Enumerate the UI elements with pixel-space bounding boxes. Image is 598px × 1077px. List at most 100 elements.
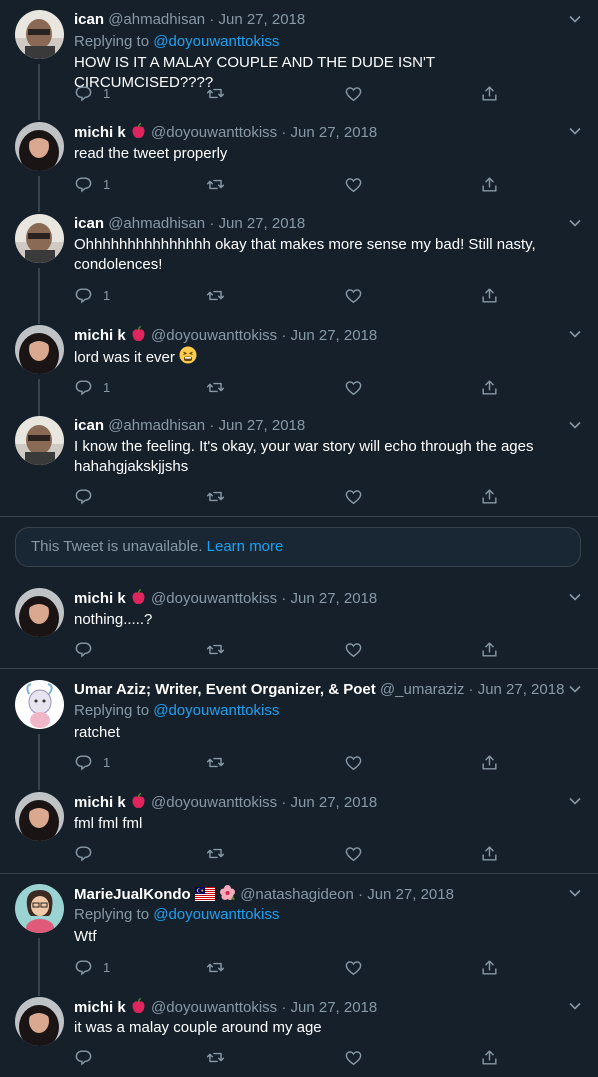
like-button[interactable] bbox=[344, 174, 363, 194]
retweet-button[interactable] bbox=[206, 843, 225, 863]
handle[interactable]: @doyouwanttokiss bbox=[151, 999, 277, 1016]
replying-to-link[interactable]: @doyouwanttokiss bbox=[153, 906, 279, 923]
display-name[interactable]: ican bbox=[74, 417, 104, 434]
tweet[interactable]: ican @ahmadhisan · Jun 27, 2018 I know t… bbox=[0, 416, 598, 516]
display-name[interactable]: ican bbox=[74, 215, 104, 232]
timestamp[interactable]: Jun 27, 2018 bbox=[291, 999, 378, 1016]
handle[interactable]: @doyouwanttokiss bbox=[151, 327, 277, 344]
chevron-down-icon[interactable] bbox=[568, 418, 582, 432]
chevron-down-icon[interactable] bbox=[568, 12, 582, 26]
retweet-button[interactable] bbox=[206, 377, 225, 397]
share-button[interactable] bbox=[480, 285, 499, 305]
handle[interactable]: @doyouwanttokiss bbox=[151, 124, 277, 141]
tweet[interactable]: michi k @doyouwanttokiss · Jun 27, 2018 … bbox=[0, 122, 598, 212]
tweet[interactable]: ican @ahmadhisan · Jun 27, 2018 Ohhhhhhh… bbox=[0, 214, 598, 324]
like-button[interactable] bbox=[344, 752, 363, 772]
tweet[interactable]: ican @ahmadhisan · Jun 27, 2018 Replying… bbox=[0, 10, 598, 120]
chevron-down-icon[interactable] bbox=[568, 999, 582, 1013]
timestamp[interactable]: Jun 27, 2018 bbox=[218, 215, 305, 232]
display-name[interactable]: michi k bbox=[74, 794, 126, 811]
reply-button[interactable] bbox=[74, 1047, 93, 1067]
chevron-down-icon[interactable] bbox=[568, 590, 582, 604]
avatar[interactable] bbox=[15, 10, 64, 59]
like-button[interactable] bbox=[344, 843, 363, 863]
chevron-down-icon[interactable] bbox=[568, 794, 582, 808]
reply-button[interactable]: 1 bbox=[74, 285, 110, 305]
replying-to-link[interactable]: @doyouwanttokiss bbox=[153, 33, 279, 50]
avatar[interactable] bbox=[15, 680, 64, 729]
handle[interactable]: @ahmadhisan bbox=[108, 11, 205, 28]
timestamp[interactable]: Jun 27, 2018 bbox=[478, 681, 565, 698]
like-button[interactable] bbox=[344, 639, 363, 659]
avatar[interactable] bbox=[15, 214, 64, 263]
handle[interactable]: @doyouwanttokiss bbox=[151, 590, 277, 607]
retweet-button[interactable] bbox=[206, 752, 225, 772]
display-name[interactable]: michi k bbox=[74, 590, 126, 607]
replying-to-link[interactable]: @doyouwanttokiss bbox=[153, 702, 279, 719]
avatar[interactable] bbox=[15, 792, 64, 841]
tweet[interactable]: Umar Aziz; Writer, Event Organizer, & Po… bbox=[0, 680, 598, 790]
retweet-button[interactable] bbox=[206, 83, 225, 103]
tweet[interactable]: michi k @doyouwanttokiss · Jun 27, 2018 … bbox=[0, 588, 598, 668]
like-button[interactable] bbox=[344, 486, 363, 506]
retweet-button[interactable] bbox=[206, 639, 225, 659]
timestamp[interactable]: Jun 27, 2018 bbox=[291, 794, 378, 811]
like-button[interactable] bbox=[344, 1047, 363, 1067]
retweet-button[interactable] bbox=[206, 1047, 225, 1067]
timestamp[interactable]: Jun 27, 2018 bbox=[367, 886, 454, 903]
learn-more-link[interactable]: Learn more bbox=[207, 538, 284, 555]
handle[interactable]: @ahmadhisan bbox=[108, 215, 205, 232]
retweet-button[interactable] bbox=[206, 486, 225, 506]
share-button[interactable] bbox=[480, 639, 499, 659]
reply-button[interactable] bbox=[74, 486, 93, 506]
reply-button[interactable]: 1 bbox=[74, 377, 110, 397]
display-name[interactable]: MarieJualKondo bbox=[74, 886, 191, 903]
display-name[interactable]: ican bbox=[74, 11, 104, 28]
retweet-button[interactable] bbox=[206, 285, 225, 305]
like-button[interactable] bbox=[344, 377, 363, 397]
reply-button[interactable] bbox=[74, 639, 93, 659]
avatar[interactable] bbox=[15, 416, 64, 465]
like-button[interactable] bbox=[344, 957, 363, 977]
timestamp[interactable]: Jun 27, 2018 bbox=[218, 11, 305, 28]
share-button[interactable] bbox=[480, 1047, 499, 1067]
avatar[interactable] bbox=[15, 997, 64, 1046]
timestamp[interactable]: Jun 27, 2018 bbox=[291, 124, 378, 141]
handle[interactable]: @doyouwanttokiss bbox=[151, 794, 277, 811]
avatar[interactable] bbox=[15, 588, 64, 637]
reply-button[interactable] bbox=[74, 843, 93, 863]
retweet-button[interactable] bbox=[206, 174, 225, 194]
reply-button[interactable]: 1 bbox=[74, 174, 110, 194]
display-name[interactable]: Umar Aziz; Writer, Event Organizer, & Po… bbox=[74, 681, 376, 698]
share-button[interactable] bbox=[480, 83, 499, 103]
reply-button[interactable]: 1 bbox=[74, 957, 110, 977]
share-button[interactable] bbox=[480, 843, 499, 863]
chevron-down-icon[interactable] bbox=[568, 327, 582, 341]
tweet[interactable]: michi k @doyouwanttokiss · Jun 27, 2018 … bbox=[0, 325, 598, 417]
share-button[interactable] bbox=[480, 377, 499, 397]
handle[interactable]: @natashagideon bbox=[240, 886, 354, 903]
reply-button[interactable]: 1 bbox=[74, 752, 110, 772]
chevron-down-icon[interactable] bbox=[568, 216, 582, 230]
timestamp[interactable]: Jun 27, 2018 bbox=[291, 327, 378, 344]
chevron-down-icon[interactable] bbox=[568, 124, 582, 138]
chevron-down-icon[interactable] bbox=[568, 886, 582, 900]
share-button[interactable] bbox=[480, 174, 499, 194]
avatar[interactable] bbox=[15, 884, 64, 933]
share-button[interactable] bbox=[480, 752, 499, 772]
timestamp[interactable]: Jun 27, 2018 bbox=[291, 590, 378, 607]
chevron-down-icon[interactable] bbox=[568, 682, 582, 696]
avatar[interactable] bbox=[15, 325, 64, 374]
like-button[interactable] bbox=[344, 285, 363, 305]
display-name[interactable]: michi k bbox=[74, 124, 126, 141]
tweet[interactable]: michi k @doyouwanttokiss · Jun 27, 2018 … bbox=[0, 792, 598, 872]
display-name[interactable]: michi k bbox=[74, 999, 126, 1016]
share-button[interactable] bbox=[480, 957, 499, 977]
tweet[interactable]: MarieJualKondo @natashagideon · Jun 27, … bbox=[0, 884, 598, 996]
like-button[interactable] bbox=[344, 83, 363, 103]
retweet-button[interactable] bbox=[206, 957, 225, 977]
tweet[interactable]: michi k @doyouwanttokiss · Jun 27, 2018 … bbox=[0, 997, 598, 1077]
timestamp[interactable]: Jun 27, 2018 bbox=[218, 417, 305, 434]
avatar[interactable] bbox=[15, 122, 64, 171]
reply-button[interactable]: 1 bbox=[74, 83, 110, 103]
